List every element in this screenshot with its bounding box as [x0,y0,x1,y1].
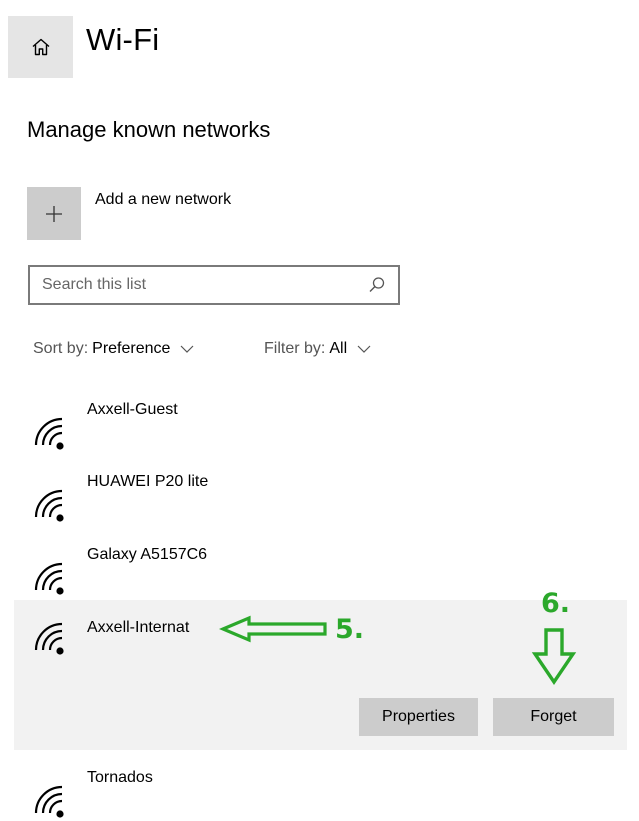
network-name: Tornados [87,769,153,786]
annotation-arrow-left-icon [219,615,327,643]
wifi-icon [34,417,64,450]
wifi-icon [34,622,64,655]
network-item[interactable]: Tornados [14,769,627,818]
sort-dropdown[interactable]: Sort by: Preference [33,340,194,358]
network-item-selected[interactable]: Axxell-Internat 5. 6. Properties Forget [14,588,627,750]
page-title: Wi-Fi [86,22,160,57]
chevron-down-icon [357,345,371,353]
search-icon[interactable] [368,276,386,294]
filter-value: All [329,340,348,357]
annotation-step-5: 5. [335,614,365,645]
network-name: HUAWEI P20 lite [87,473,209,490]
network-item[interactable]: HUAWEI P20 lite [14,473,627,523]
home-button[interactable] [8,16,73,78]
network-item[interactable]: Axxell-Guest [14,401,627,451]
plus-icon [46,205,62,222]
wifi-icon [34,562,64,595]
annotation-step-6: 6. [541,588,571,619]
network-item[interactable]: Galaxy A5157C6 [14,546,627,596]
annotation-arrow-down-icon [531,628,577,686]
wifi-icon [34,785,64,818]
section-title: Manage known networks [27,117,271,142]
forget-button[interactable]: Forget [493,698,614,736]
chevron-down-icon [180,345,194,353]
add-network-button[interactable] [27,187,81,240]
properties-button[interactable]: Properties [359,698,478,736]
network-name: Axxell-Internat [87,619,190,636]
network-name: Galaxy A5157C6 [87,546,208,563]
search-box[interactable] [28,265,400,305]
wifi-icon [34,489,64,522]
sort-label: Sort by: [33,340,89,357]
home-icon [32,38,49,56]
filter-label: Filter by: [264,340,326,357]
sort-value: Preference [92,340,171,357]
filter-dropdown[interactable]: Filter by: All [264,340,371,358]
search-input[interactable] [42,267,342,303]
add-network-label[interactable]: Add a new network [95,191,231,209]
network-name: Axxell-Guest [87,401,178,418]
